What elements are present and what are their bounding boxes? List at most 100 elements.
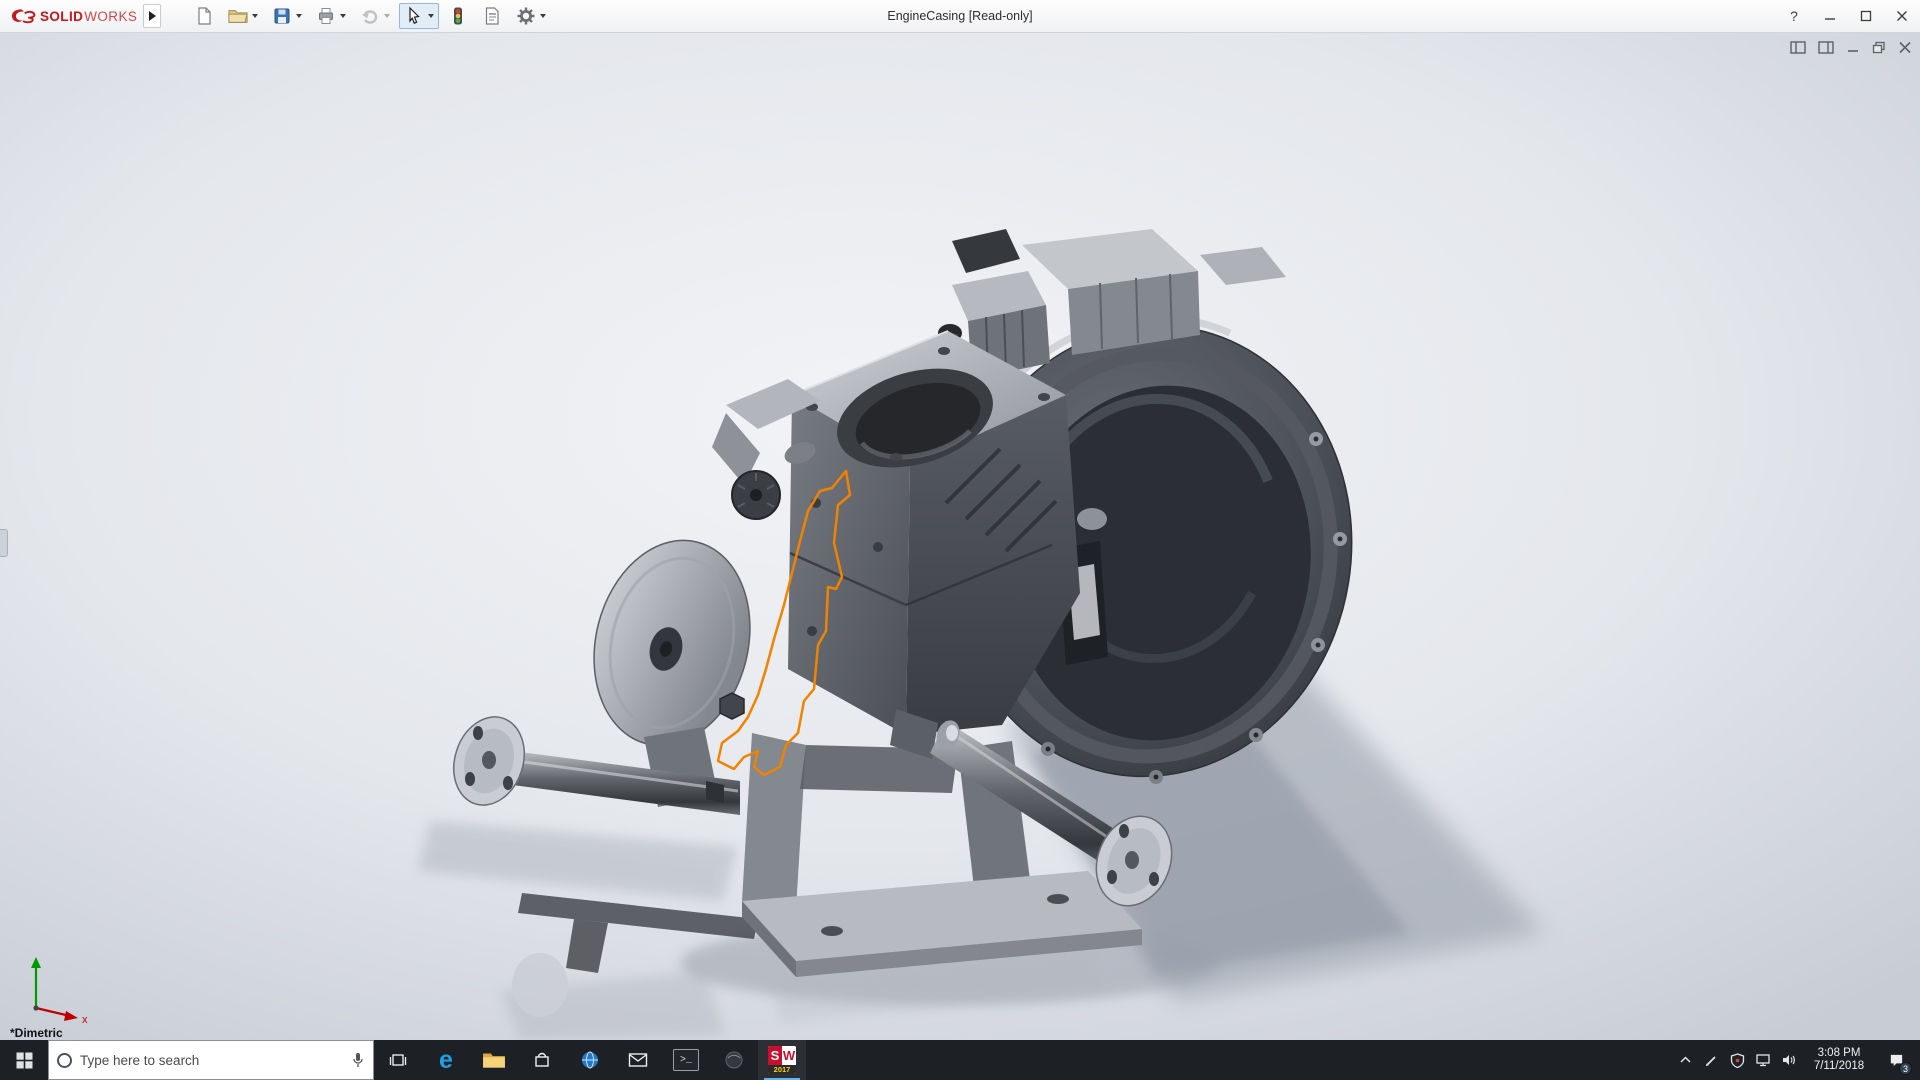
save-icon <box>274 8 290 24</box>
open-folder-icon <box>228 10 248 23</box>
taskbar-clock[interactable]: 3:08 PM 7/11/2018 <box>1802 1047 1876 1073</box>
print-icon <box>319 8 334 24</box>
taskbar-app-sphere[interactable] <box>710 1040 758 1080</box>
print-dropdown-caret[interactable] <box>340 14 347 18</box>
shield-icon <box>1730 1052 1744 1068</box>
hex-bolt[interactable] <box>719 692 745 720</box>
taskbar: e <box>0 1040 1920 1080</box>
tray-security-button[interactable] <box>1724 1040 1750 1080</box>
clock-date: 7/11/2018 <box>1813 1060 1865 1072</box>
save-dropdown-caret[interactable] <box>296 14 303 18</box>
rebuild-traffic-light-icon <box>454 7 463 25</box>
x-axis-label: x <box>82 1014 88 1024</box>
quick-access-toolbar <box>187 0 553 32</box>
pane-left-icon <box>1790 41 1806 54</box>
tray-overflow-button[interactable] <box>1672 1040 1698 1080</box>
globe-browser-icon <box>582 1051 598 1069</box>
pane-left-button[interactable] <box>1790 41 1806 54</box>
edge-icon: e <box>439 1045 453 1074</box>
minimize-icon <box>1825 18 1835 20</box>
menu-flyout-button[interactable] <box>143 4 162 28</box>
print-button[interactable] <box>311 3 351 29</box>
undo-button[interactable] <box>355 3 395 29</box>
pane-right-button[interactable] <box>1818 41 1834 54</box>
tray-pen-button[interactable] <box>1698 1040 1724 1080</box>
help-icon: ? <box>1790 8 1798 24</box>
taskbar-app-globe[interactable] <box>566 1040 614 1080</box>
notification-badge: 3 <box>1899 1062 1912 1075</box>
clock-time: 3:08 PM <box>1817 1047 1861 1059</box>
taskbar-app-solidworks[interactable]: S W 2017 <box>758 1040 806 1080</box>
brand-works-text: WORKS <box>84 8 138 24</box>
sphere-app-icon <box>725 1051 743 1069</box>
search-input[interactable] <box>80 1052 343 1068</box>
pane-right-icon <box>1818 41 1834 54</box>
titlebar: SOLID WORKS EngineCasing [Read-only] ? <box>0 0 1920 33</box>
y-axis-arrow-icon <box>31 957 41 968</box>
volume-icon <box>1783 1055 1795 1065</box>
dassault-logo-icon <box>11 9 36 24</box>
doc-minimize-button[interactable] <box>1846 41 1860 54</box>
terminal-icon: >_ <box>673 1049 699 1071</box>
open-button[interactable] <box>223 3 263 29</box>
undo-dropdown-caret[interactable] <box>384 14 391 18</box>
options-dropdown-caret[interactable] <box>540 14 547 18</box>
taskbar-app-edge[interactable]: e <box>422 1040 470 1080</box>
new-document-button[interactable] <box>189 3 219 29</box>
task-view-icon <box>389 1054 407 1066</box>
tray-volume-button[interactable] <box>1776 1040 1802 1080</box>
solidworks-year: 2017 <box>768 1065 796 1074</box>
solidworks-menu-brand[interactable]: SOLID WORKS <box>0 0 143 32</box>
window-controls: ? <box>1776 0 1920 32</box>
view-orientation-label: *Dimetric <box>10 1026 63 1040</box>
brand-solid-text: SOLID <box>40 8 84 24</box>
taskbar-app-mail[interactable] <box>614 1040 662 1080</box>
taskbar-app-store[interactable] <box>518 1040 566 1080</box>
document-window-controls <box>1790 41 1912 54</box>
taskbar-app-terminal[interactable]: >_ <box>662 1040 710 1080</box>
taskbar-app-file-explorer[interactable] <box>470 1040 518 1080</box>
tray-network-button[interactable] <box>1750 1040 1776 1080</box>
chevron-up-icon <box>1679 1056 1691 1063</box>
open-dropdown-caret[interactable] <box>252 14 259 18</box>
maximize-icon <box>1860 10 1872 22</box>
select-tool-button[interactable] <box>399 3 440 29</box>
task-view-button[interactable] <box>374 1040 422 1080</box>
doc-minimize-icon <box>1848 50 1858 52</box>
taskbar-search[interactable] <box>48 1040 374 1080</box>
screen: SOLID WORKS EngineCasing [Read-only] ? x… <box>0 0 1920 1080</box>
doc-restore-button[interactable] <box>1872 41 1886 54</box>
options-button[interactable] <box>511 3 551 29</box>
doc-close-button[interactable] <box>1898 41 1912 54</box>
help-button[interactable]: ? <box>1776 0 1812 32</box>
action-center-button[interactable]: 3 <box>1876 1040 1916 1080</box>
rebuild-button[interactable] <box>443 3 473 29</box>
select-cursor-icon <box>409 6 421 24</box>
file-properties-button[interactable] <box>477 3 507 29</box>
doc-restore-icon <box>1872 41 1885 54</box>
feature-manager-collapsed-tab[interactable] <box>0 529 8 557</box>
mail-icon <box>628 1053 648 1067</box>
select-dropdown-caret[interactable] <box>428 14 435 18</box>
window-title: EngineCasing [Read-only] <box>887 9 1033 23</box>
solidworks-icon-letters: S W <box>768 1046 796 1065</box>
solidworks-w: W <box>782 1046 796 1065</box>
microphone-icon[interactable] <box>351 1051 365 1069</box>
doc-close-icon <box>1899 41 1911 54</box>
new-document-icon <box>198 7 211 25</box>
close-button[interactable] <box>1884 0 1920 32</box>
graphics-viewport[interactable]: x *Dimetric <box>0 33 1920 1040</box>
store-bag-icon <box>535 1052 549 1067</box>
save-button[interactable] <box>267 3 307 29</box>
maximize-button[interactable] <box>1848 0 1884 32</box>
minimize-button[interactable] <box>1812 0 1848 32</box>
3d-model-scene[interactable] <box>0 33 1920 1040</box>
flyout-arrow-icon <box>148 11 156 21</box>
close-icon <box>1897 11 1907 21</box>
solidworks-app-icon: S W 2017 <box>768 1046 796 1074</box>
x-axis-arrow-icon <box>64 1011 78 1021</box>
cortana-ring-icon <box>57 1052 72 1068</box>
windows-logo-icon <box>16 1052 32 1068</box>
solidworks-s: S <box>768 1046 782 1065</box>
start-button[interactable] <box>0 1040 48 1080</box>
